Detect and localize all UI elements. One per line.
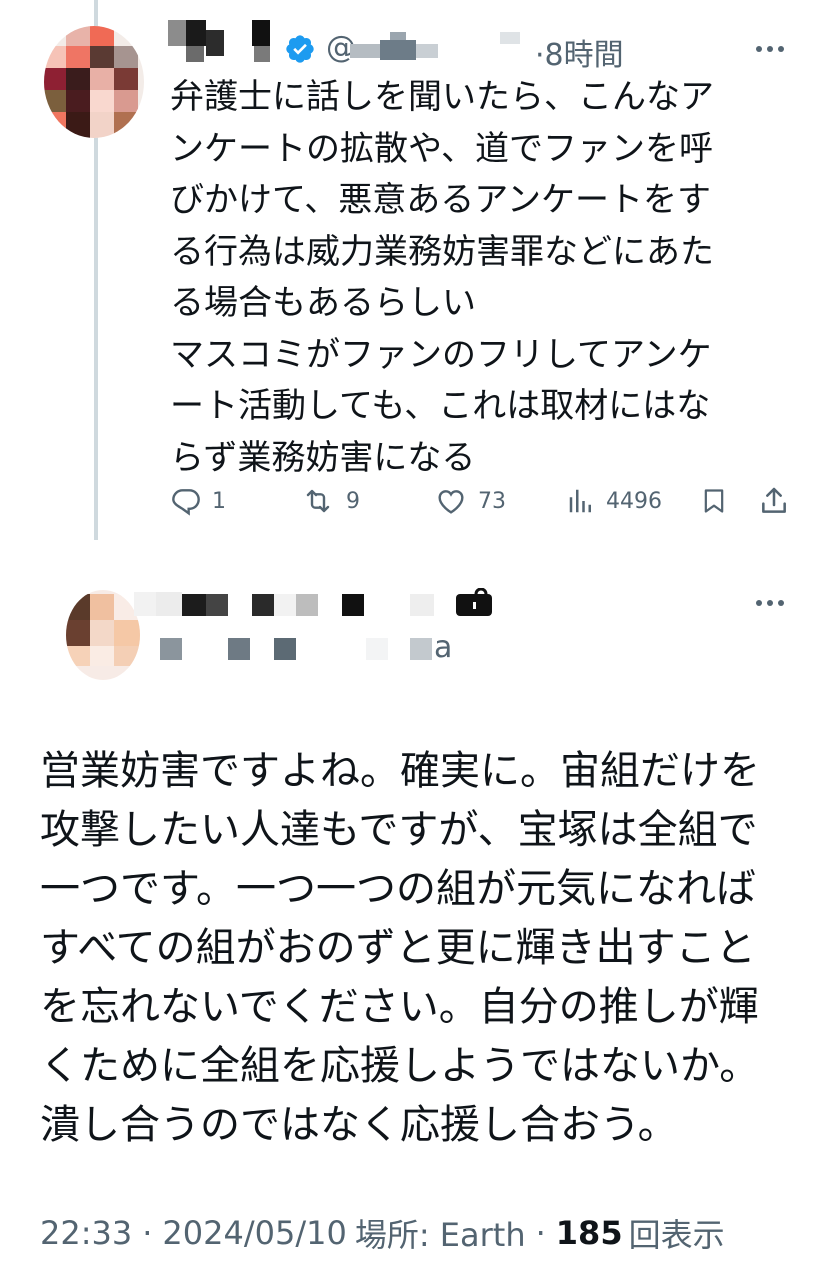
share-button[interactable]: [758, 478, 790, 524]
views-count: 4496: [606, 488, 662, 514]
bookmark-button[interactable]: [700, 478, 728, 524]
tweet-views-label: 回表示: [628, 1216, 725, 1254]
tweet-text-line: ート活動しても、これは取材にはな: [170, 386, 711, 426]
meta-separator: ·: [142, 1214, 153, 1252]
retweet-button[interactable]: 9: [300, 478, 360, 524]
tweet-date[interactable]: 2024/05/10: [162, 1214, 346, 1252]
tweet-text-line: らず業務妨害になる: [170, 437, 476, 478]
tweet-meta: 22:33 · 2024/05/10 場所: Earth · 185 回表示: [40, 1210, 725, 1256]
tweet-views-count: 185: [555, 1214, 623, 1252]
parent-tweet-text: 弁護士に話しを聞いたら、こんなア ンケートの拡散や、道でファンを呼 びかけて、悪…: [170, 72, 770, 484]
like-count: 73: [478, 488, 506, 514]
tweet-text-line: 弁護士に話しを聞いたら、こんなア: [170, 77, 714, 117]
display-name[interactable]: [160, 20, 280, 66]
tweet-text-line: る行為は威力業務妨害罪などにあた: [170, 231, 714, 272]
more-options-icon[interactable]: [756, 44, 788, 54]
tweet-text-line: びかけて、悪意あるアンケートをす: [170, 180, 711, 220]
views-icon: [569, 489, 591, 513]
tweet-text-line: くために全組を応援しようではないか。: [40, 1043, 760, 1089]
tweet-text-line: 攻撃したい人達もですが、宝塚は全組で: [40, 807, 758, 853]
avatar[interactable]: [44, 26, 144, 138]
retweet-count: 9: [346, 488, 360, 514]
tweet-actions: 1 9 73 4496: [0, 478, 828, 524]
protected-lock-icon: [456, 587, 492, 616]
reply-icon: [172, 489, 200, 516]
tweet-location: 場所: Earth: [354, 1216, 526, 1254]
tweet-text-line: 営業妨害ですよね。確実に。宙組だけを: [40, 748, 760, 794]
tweet-timestamp[interactable]: ·8時間: [535, 30, 624, 74]
meta-separator: ·: [535, 1214, 546, 1252]
tweet-text-line: すべての組がおのずと更に輝き出すこと: [40, 925, 756, 971]
bookmark-icon: [704, 489, 724, 513]
display-name[interactable]: [134, 592, 454, 618]
reply-count: 1: [212, 488, 226, 514]
tweet-time[interactable]: 22:33: [40, 1214, 132, 1252]
share-icon: [762, 487, 786, 513]
views-button[interactable]: 4496: [566, 478, 662, 524]
tweet-text-line: 一つです。一つ一つの組が元気になれば: [40, 866, 756, 912]
avatar[interactable]: [66, 590, 140, 680]
more-options-icon[interactable]: [756, 598, 788, 608]
tweet-text-line: 潰し合うのではなく応援し合おう。: [40, 1102, 678, 1148]
like-button[interactable]: 73: [434, 478, 506, 524]
tweet-text-line: マスコミがファンのフリしてアンケ: [170, 334, 712, 375]
tweet-text-line: ンケートの拡散や、道でファンを呼: [170, 128, 713, 169]
like-icon: [438, 490, 464, 514]
focused-tweet-text: 営業妨害ですよね。確実に。宙組だけを 攻撃したい人達もですが、宝塚は全組で 一つ…: [40, 742, 800, 1155]
reply-button[interactable]: 1: [170, 478, 226, 524]
handle[interactable]: a: [160, 630, 480, 666]
tweet-text-line: る場合もあるらしい: [170, 283, 476, 323]
handle-redaction: [350, 32, 530, 66]
handle-suffix: a: [434, 630, 453, 665]
retweet-icon: [306, 489, 330, 513]
tweet-text-line: を忘れないでください。自分の推しが輝: [40, 984, 759, 1030]
verified-badge-icon: [284, 33, 316, 65]
